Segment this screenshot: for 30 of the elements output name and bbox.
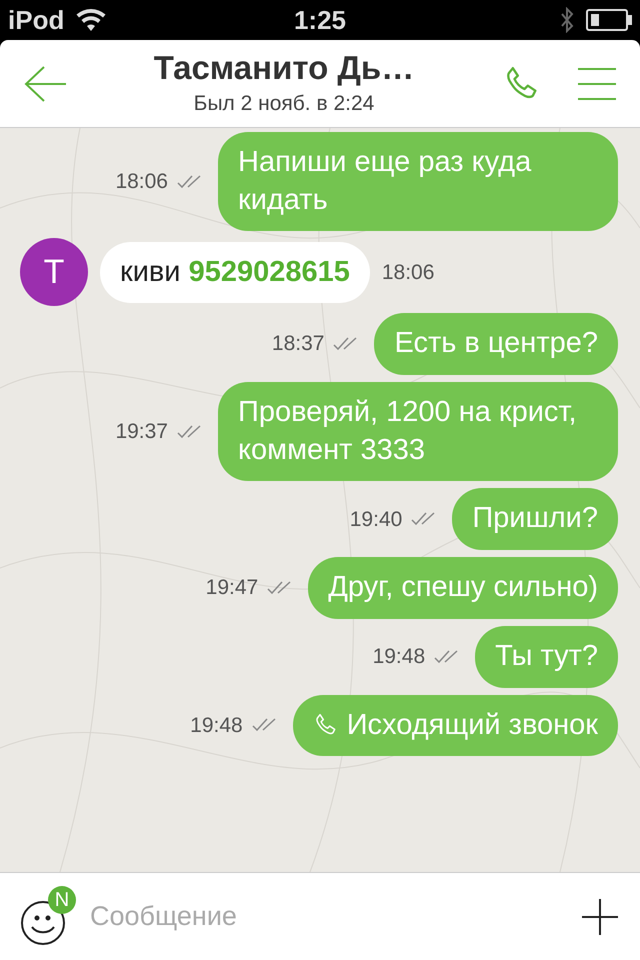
outgoing-message-bubble: Есть в центре? xyxy=(374,313,618,376)
wifi-icon xyxy=(76,9,106,31)
composer-bar[interactable]: N Сообщение xyxy=(0,872,640,960)
add-button[interactable] xyxy=(580,896,620,936)
message-time: 19:37 xyxy=(115,419,168,445)
outgoing-message-bubble: Друг, спешу сильно) xyxy=(308,557,618,619)
back-arrow-icon xyxy=(24,64,66,102)
plus-icon xyxy=(580,896,620,936)
avatar: T xyxy=(20,238,88,306)
bluetooth-icon xyxy=(560,7,574,33)
last-seen-text: Был 2 нояб. в 2:24 xyxy=(194,91,374,118)
incoming-message-bubble: киви 9529028615 xyxy=(100,242,370,302)
status-time: 1:25 xyxy=(294,4,346,36)
message-time: 19:48 xyxy=(372,644,426,670)
message-time: 18:06 xyxy=(382,260,434,286)
outgoing-message-bubble: Проверяй, 1200 на крист, коммент 3333 xyxy=(218,382,618,482)
outgoing-message-bubble: Напиши еще раз куда кидать xyxy=(218,132,618,232)
call-message-bubble: Исходящий звонок xyxy=(292,694,618,756)
contact-name: Тасманито Дь… xyxy=(154,48,414,88)
message-time: 19:47 xyxy=(206,575,258,602)
battery-icon xyxy=(586,9,632,31)
menu-button[interactable] xyxy=(578,68,616,100)
message-time: 18:37 xyxy=(272,331,324,358)
carrier-name: iPod xyxy=(8,4,64,36)
message-time: 18:06 xyxy=(115,168,168,195)
outgoing-message-bubble: Пришли? xyxy=(452,488,618,550)
outgoing-message-bubble: Ты тут? xyxy=(475,626,618,688)
new-badge: N xyxy=(48,886,76,914)
message-time: 19:40 xyxy=(350,506,402,533)
message-time: 19:48 xyxy=(190,712,243,739)
